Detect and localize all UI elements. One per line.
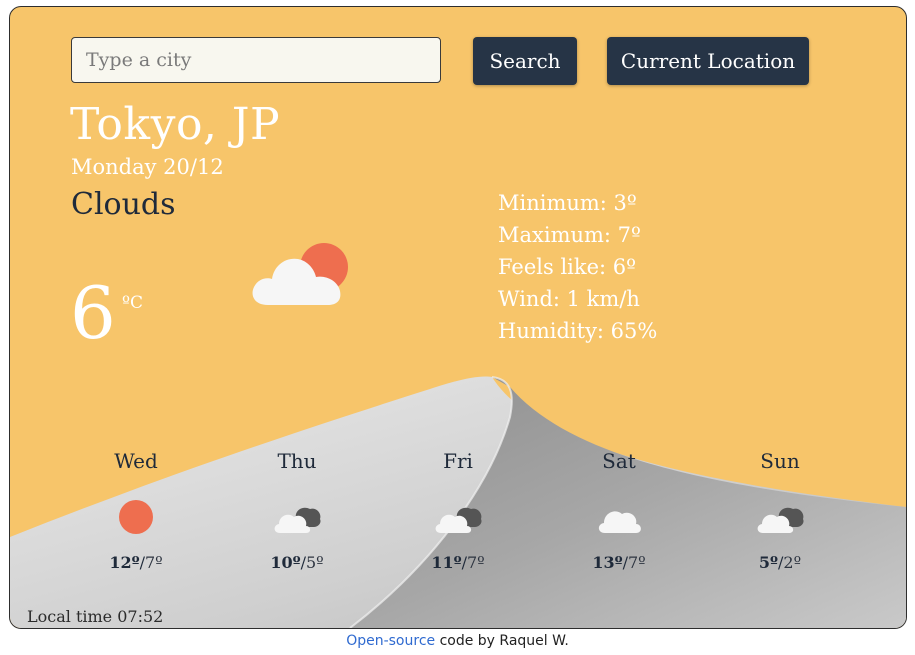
city-search-input[interactable] <box>71 37 441 83</box>
current-date: Monday 20/12 <box>71 155 224 179</box>
forecast-min-temp: 7º <box>627 553 646 572</box>
local-time: Local time 07:52 <box>27 607 164 626</box>
forecast-temperatures: 12º/7º <box>109 553 163 572</box>
humidity: Humidity: 65% <box>498 319 658 343</box>
forecast-day: Thu 10º/5º <box>247 447 347 572</box>
current-location-button[interactable]: Current Location <box>607 37 809 85</box>
temperature-unit[interactable]: ºC <box>122 293 143 313</box>
forecast-day: Fri 11º/7º <box>408 447 508 572</box>
weather-app-card: Search Current Location Tokyo, JP Monday… <box>9 6 907 629</box>
forecast-max-temp: 12º <box>109 553 140 572</box>
city-name: Tokyo, JP <box>70 99 281 150</box>
broken-clouds-icon <box>435 507 482 533</box>
forecast-temperatures: 11º/7º <box>431 553 485 572</box>
forecast-temperatures: 10º/5º <box>270 553 324 572</box>
forecast-temperatures: 5º/2º <box>758 553 802 572</box>
minimum-temperature: Minimum: 3º <box>498 191 637 215</box>
forecast-min-temp: 5º <box>305 553 324 572</box>
weather-details: Minimum: 3º Maximum: 7º Feels like: 6º W… <box>498 187 657 347</box>
sun-icon <box>119 500 153 534</box>
forecast-temperatures: 13º/7º <box>592 553 646 572</box>
open-source-link[interactable]: Open-source <box>346 633 435 649</box>
broken-clouds-icon <box>274 507 321 533</box>
forecast-day: Wed 12º/7º <box>86 447 186 572</box>
forecast-day-name: Fri <box>443 449 473 473</box>
forecast-max-temp: 10º <box>270 553 301 572</box>
forecast-day-name: Thu <box>277 449 317 473</box>
forecast-max-temp: 13º <box>592 553 623 572</box>
forecast-max-temp: 5º <box>758 553 779 572</box>
forecast-day: Sat 13º/7º <box>569 447 669 572</box>
forecast-min-temp: 2º <box>783 553 802 572</box>
search-button[interactable]: Search <box>473 37 577 85</box>
maximum-temperature: Maximum: 7º <box>498 223 641 247</box>
footer: Open-source code by Raquel W. <box>0 633 915 649</box>
forecast-min-temp: 7º <box>144 553 163 572</box>
feels-like: Feels like: 6º <box>498 255 637 279</box>
forecast-day-name: Wed <box>114 449 158 473</box>
footer-credit: code by Raquel W. <box>435 633 569 649</box>
forecast-max-temp: 11º <box>431 553 462 572</box>
weather-condition: Clouds <box>71 187 176 222</box>
broken-clouds-icon <box>757 507 804 533</box>
forecast-min-temp: 7º <box>466 553 485 572</box>
sun-behind-cloud-icon <box>252 243 348 305</box>
current-temperature: 6 <box>70 271 116 355</box>
forecast-day-name: Sat <box>602 449 636 473</box>
wind-speed: Wind: 1 km/h <box>498 287 640 311</box>
forecast-day-name: Sun <box>760 449 800 473</box>
forecast-day: Sun 5º/2º <box>730 447 830 572</box>
cloud-icon <box>598 511 641 533</box>
